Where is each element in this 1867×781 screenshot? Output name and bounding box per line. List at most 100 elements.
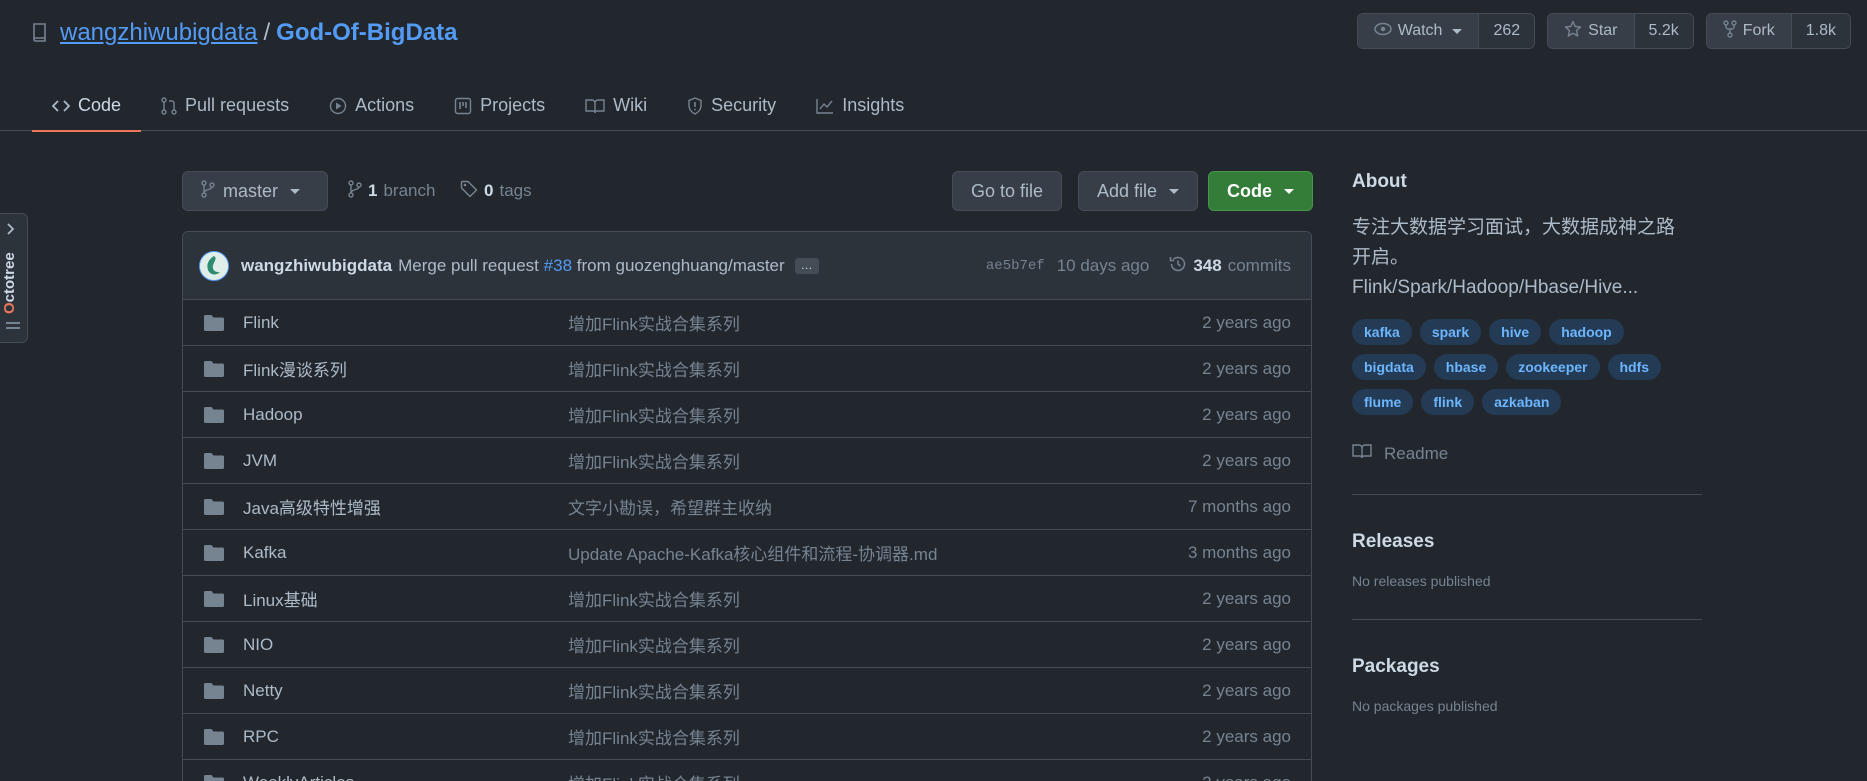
tab-label: Security — [711, 95, 777, 115]
file-name-link[interactable]: Java高级特性增强 — [243, 494, 381, 519]
file-name-link[interactable]: Hadoop — [243, 405, 303, 425]
tab-actions[interactable]: Actions — [309, 80, 434, 131]
repo-name-link[interactable]: God-Of-BigData — [276, 19, 457, 47]
topic-tag[interactable]: hdfs — [1607, 354, 1662, 380]
fork-button[interactable]: Fork — [1706, 14, 1792, 48]
repo-sidebar: About 专注大数据学习面试，大数据成神之路 开启。 Flink/Spark/… — [1352, 171, 1702, 714]
fork-count[interactable]: 1.8k — [1791, 14, 1850, 48]
file-commit-message-link[interactable]: 增加Flink实战合集系列 — [568, 678, 740, 703]
chevron-down-icon — [290, 188, 301, 194]
file-commit-message-link[interactable]: 增加Flink实战合集系列 — [568, 356, 740, 381]
git-branch-icon — [201, 179, 215, 203]
watch-button[interactable]: Watch — [1357, 14, 1480, 48]
file-commit-age: 2 years ago — [1202, 680, 1291, 700]
expand-commit-button[interactable]: … — [794, 257, 819, 274]
file-commit-message-link[interactable]: 增加Flink实战合集系列 — [568, 310, 740, 335]
folder-icon — [204, 591, 224, 607]
table-row[interactable]: Flink漫谈系列 增加Flink实战合集系列 2 years ago — [183, 346, 1311, 392]
code-download-button[interactable]: Code — [1208, 171, 1313, 211]
topic-tag[interactable]: hadoop — [1549, 319, 1624, 345]
file-commit-message-link[interactable]: 增加Flink实战合集系列 — [568, 586, 740, 611]
topic-tag[interactable]: bigdata — [1352, 354, 1426, 380]
history-icon — [1169, 255, 1187, 278]
table-row[interactable]: JVM 增加Flink实战合集系列 2 years ago — [183, 438, 1311, 484]
file-name-link[interactable]: Flink漫谈系列 — [243, 356, 347, 381]
topic-tag[interactable]: flume — [1352, 389, 1414, 415]
file-name-link[interactable]: Kafka — [243, 543, 286, 563]
table-row[interactable]: Flink 增加Flink实战合集系列 2 years ago — [183, 300, 1311, 346]
tab-label: Projects — [480, 95, 546, 115]
file-commit-message-link[interactable]: 增加Flink实战合集系列 — [568, 724, 740, 749]
repo-nav-tabs: Code Pull requests Actions Projects Wiki — [32, 80, 924, 132]
star-button[interactable]: Star — [1548, 14, 1635, 48]
pr-link[interactable]: #38 — [544, 256, 572, 275]
table-row[interactable]: Kafka Update Apache-Kafka核心组件和流程-协调器.md 3 … — [183, 530, 1311, 576]
folder-icon — [204, 545, 224, 561]
commit-author-link[interactable]: wangzhiwubigdata — [241, 256, 392, 276]
topic-tag[interactable]: azkaban — [1482, 389, 1562, 415]
octotree-toggle[interactable]: Octotree — [0, 213, 28, 343]
add-file-button[interactable]: Add file — [1078, 171, 1199, 211]
tab-label: Code — [78, 95, 122, 115]
packages-heading[interactable]: Packages — [1352, 656, 1702, 678]
file-name-link[interactable]: Linux基础 — [243, 586, 318, 611]
topic-tag[interactable]: zookeeper — [1506, 354, 1600, 380]
file-commit-message-link[interactable]: 增加Flink实战合集系列 — [568, 770, 740, 781]
folder-icon — [204, 499, 224, 515]
table-row[interactable]: Hadoop 增加Flink实战合集系列 2 years ago — [183, 392, 1311, 438]
commits-link[interactable]: 348 commits — [1169, 255, 1291, 278]
tab-security[interactable]: Security — [667, 80, 796, 131]
branches-link[interactable]: 1 branch — [348, 171, 435, 211]
file-commit-message-link[interactable]: 增加Flink实战合集系列 — [568, 402, 740, 427]
file-name-link[interactable]: RPC — [243, 727, 279, 747]
commit-sha-link[interactable]: ae5b7ef — [986, 258, 1045, 274]
table-row[interactable]: Linux基础 增加Flink实战合集系列 2 years ago — [183, 576, 1311, 622]
file-name-link[interactable]: WeeklyArticles — [243, 773, 354, 781]
book-icon — [1352, 443, 1372, 464]
topic-tag[interactable]: spark — [1419, 319, 1482, 345]
go-to-file-button[interactable]: Go to file — [952, 171, 1063, 211]
table-row[interactable]: Java高级特性增强 文字小勘误，希望群主收纳 7 months ago — [183, 484, 1311, 530]
divider — [1352, 494, 1702, 495]
commit-message[interactable]: Merge pull request #38 from guozenghuang… — [398, 256, 785, 276]
file-name-link[interactable]: Netty — [243, 681, 283, 701]
watch-count[interactable]: 262 — [1479, 14, 1535, 48]
topic-tag[interactable]: flink — [1421, 389, 1475, 415]
folder-icon — [204, 315, 224, 331]
repo-title: wangzhiwubigdata / God-Of-BigData — [32, 16, 457, 50]
file-commit-message-link[interactable]: 增加Flink实战合集系列 — [568, 632, 740, 657]
file-name-link[interactable]: NIO — [243, 635, 273, 655]
table-row[interactable]: WeeklyArticles 增加Flink实战合集系列 2 years ago — [183, 760, 1311, 781]
file-commit-message-link[interactable]: Update Apache-Kafka核心组件和流程-协调器.md — [568, 540, 937, 565]
releases-heading[interactable]: Releases — [1352, 531, 1702, 553]
table-row[interactable]: RPC 增加Flink实战合集系列 2 years ago — [183, 714, 1311, 760]
code-icon — [52, 99, 70, 113]
tags-link[interactable]: 0 tags — [460, 171, 532, 211]
readme-label: Readme — [1384, 443, 1449, 463]
repo-owner-link[interactable]: wangzhiwubigdata — [60, 19, 257, 47]
file-commit-age: 2 years ago — [1202, 450, 1291, 470]
folder-icon — [204, 407, 224, 423]
tab-pull-requests[interactable]: Pull requests — [141, 80, 309, 131]
tab-insights[interactable]: Insights — [796, 80, 924, 131]
commit-meta: ae5b7ef 10 days ago 348 commits — [986, 232, 1291, 300]
tab-code[interactable]: Code — [32, 80, 142, 132]
branch-select-button[interactable]: master — [182, 171, 328, 211]
file-commit-message-link[interactable]: 文字小勘误，希望群主收纳 — [568, 494, 772, 519]
topic-tag[interactable]: kafka — [1352, 319, 1412, 345]
file-commit-message-link[interactable]: 增加Flink实战合集系列 — [568, 448, 740, 473]
file-toolbar: master 1 branch 0 tags Go to file Add fi… — [182, 171, 1313, 211]
star-count[interactable]: 5.2k — [1634, 14, 1693, 48]
branch-count: 1 — [368, 181, 378, 200]
tab-wiki[interactable]: Wiki — [565, 80, 667, 131]
file-name-link[interactable]: JVM — [243, 451, 277, 471]
repo-separator: / — [263, 19, 271, 46]
table-row[interactable]: NIO 增加Flink实战合集系列 2 years ago — [183, 622, 1311, 668]
topic-tag[interactable]: hive — [1489, 319, 1542, 345]
table-row[interactable]: Netty 增加Flink实战合集系列 2 years ago — [183, 668, 1311, 714]
avatar[interactable] — [199, 250, 229, 281]
readme-link[interactable]: Readme — [1352, 443, 1702, 464]
tab-projects[interactable]: Projects — [434, 80, 565, 131]
file-name-link[interactable]: Flink — [243, 313, 279, 333]
topic-tag[interactable]: hbase — [1433, 354, 1499, 380]
